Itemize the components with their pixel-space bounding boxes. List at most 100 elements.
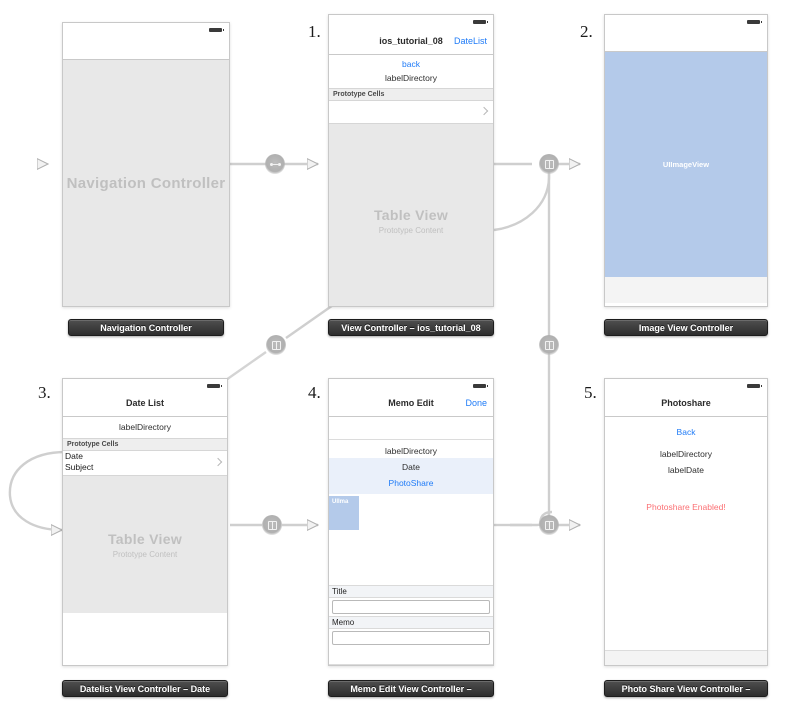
spacer-row — [329, 417, 493, 440]
date-label: Date — [402, 462, 420, 472]
plate-memo-edit-view-controller[interactable]: Memo Edit View Controller – — [328, 680, 494, 697]
navigation-controller-placeholder: Navigation Controller — [63, 60, 229, 306]
footer-strip — [605, 650, 767, 665]
nav-right-button[interactable]: DateList — [454, 36, 487, 46]
plate-label: Navigation Controller — [100, 322, 192, 333]
image-view-label: UIIma — [332, 499, 349, 505]
battery-icon — [473, 384, 488, 388]
status-bar — [329, 379, 493, 395]
segue-memoedit-to-image[interactable] — [539, 335, 559, 355]
image-view[interactable]: UIIma — [329, 496, 359, 530]
form-bottom-spacer — [329, 647, 493, 665]
status-bar — [63, 379, 227, 395]
scene-view-controller-ios-tutorial-08[interactable]: ios_tutorial_08 DateList back labelDirec… — [328, 14, 494, 307]
plate-label: View Controller – ios_tutorial_08 — [341, 322, 481, 333]
placeholder-subtitle: Prototype Content — [378, 226, 444, 235]
scene-navigation-controller[interactable]: Navigation Controller — [62, 22, 230, 307]
footer-strip — [605, 277, 767, 303]
cell-line-subject: Subject — [65, 462, 94, 472]
status-bar — [605, 379, 767, 395]
chevron-right-icon — [479, 106, 489, 116]
photoshare-enabled-label: Photoshare Enabled! — [646, 502, 726, 512]
scene-number-2: 2. — [580, 22, 593, 41]
table-view-placeholder: Table View Prototype Content — [329, 124, 493, 306]
prototype-cell[interactable]: Date Subject — [63, 451, 227, 476]
plate-image-view-controller[interactable]: Image View Controller — [604, 319, 768, 336]
scene-body: labelDirectory Prototype Cells Date Subj… — [63, 417, 227, 665]
date-label: labelDate — [668, 465, 704, 475]
directory-label: labelDirectory — [119, 422, 171, 432]
segue-tableview-to-datelist[interactable] — [266, 335, 286, 355]
scene-number-4: 4. — [308, 383, 321, 402]
plate-photo-share-view-controller[interactable]: Photo Share View Controller – — [604, 680, 768, 697]
photoshare-button[interactable]: PhotoShare — [329, 474, 493, 490]
footer-strip — [329, 665, 493, 666]
placeholder-title: Navigation Controller — [66, 175, 226, 192]
back-button[interactable]: back — [329, 55, 493, 71]
navigation-bar[interactable]: Memo Edit Done — [329, 395, 493, 417]
navigation-bar[interactable]: ios_tutorial_08 DateList — [329, 31, 493, 55]
nav-title: Photoshare — [661, 398, 711, 408]
nav-bar-placeholder — [605, 31, 767, 52]
push-segue-icon — [544, 520, 554, 530]
prototype-cells-header: Prototype Cells — [329, 88, 493, 101]
nav-bar-placeholder — [63, 39, 229, 60]
status-bar — [63, 23, 229, 39]
storyboard-canvas[interactable]: Navigation Controller Navigation Control… — [0, 0, 787, 719]
cell-line-date: Date — [65, 451, 83, 461]
relationship-segue-icon — [269, 162, 281, 166]
scene-blank-area — [63, 613, 227, 665]
memo-field-label: Memo — [329, 616, 493, 629]
placeholder-subtitle: Prototype Content — [112, 549, 178, 559]
scene-body: back labelDirectory Prototype Cells Tabl… — [329, 55, 493, 306]
placeholder-title: Table View — [107, 530, 183, 547]
segue-tableview-to-image[interactable] — [539, 154, 559, 174]
push-segue-icon — [271, 340, 281, 350]
segue-datelist-to-memoedit[interactable] — [262, 515, 282, 535]
segue-nav-to-tableview[interactable] — [265, 154, 285, 174]
memo-input[interactable] — [332, 631, 490, 645]
scene-number-5: 5. — [584, 383, 597, 402]
done-button[interactable]: Done — [465, 398, 487, 408]
navigation-bar[interactable]: Photoshare — [605, 395, 767, 417]
plate-navigation-controller[interactable]: Navigation Controller — [68, 319, 224, 336]
plate-view-controller-ios-tutorial-08[interactable]: View Controller – ios_tutorial_08 — [328, 319, 494, 336]
plate-label: Image View Controller — [638, 322, 734, 333]
plate-label: Datelist View Controller – Date — [79, 683, 211, 694]
navigation-bar[interactable]: Date List — [63, 395, 227, 417]
scene-memo-edit-view-controller[interactable]: Memo Edit Done labelDirectory Date Photo… — [328, 378, 494, 666]
battery-icon — [207, 384, 222, 388]
battery-icon — [209, 28, 224, 32]
image-view[interactable]: UIImageView — [605, 52, 767, 277]
scene-image-view-controller[interactable]: UIImageView — [604, 14, 768, 307]
title-input[interactable] — [332, 600, 490, 614]
scene-body: Back labelDirectory labelDate Photoshare… — [605, 417, 767, 665]
battery-icon — [747, 20, 762, 24]
placeholder-title: Table View — [373, 207, 449, 223]
plate-label: Photo Share View Controller – — [621, 683, 751, 694]
highlighted-band: Date PhotoShare — [329, 458, 493, 494]
title-field-label: Title — [329, 585, 493, 598]
table-view-placeholder: Table View Prototype Content — [63, 476, 227, 613]
scene-body: labelDirectory Date PhotoShare UIIma Tit… — [329, 417, 493, 666]
push-segue-icon — [267, 520, 277, 530]
battery-icon — [747, 384, 762, 388]
directory-label: labelDirectory — [385, 73, 437, 83]
scene-number-1: 1. — [308, 22, 321, 41]
back-button[interactable]: Back — [605, 417, 767, 439]
image-row: UIIma — [329, 494, 493, 538]
directory-label: labelDirectory — [385, 446, 437, 456]
plate-label: Memo Edit View Controller – — [350, 683, 472, 694]
scene-photo-share-view-controller[interactable]: Photoshare Back labelDirectory labelDate… — [604, 378, 768, 666]
segue-memoedit-to-photoshare[interactable] — [539, 515, 559, 535]
status-bar — [605, 15, 767, 31]
image-view-label: UIImageView — [662, 160, 710, 169]
scene-number-3: 3. — [38, 383, 51, 402]
prototype-cell[interactable] — [329, 101, 493, 124]
plate-datelist-view-controller[interactable]: Datelist View Controller – Date — [62, 680, 228, 697]
push-segue-icon — [544, 340, 554, 350]
scene-datelist-view-controller[interactable]: Date List labelDirectory Prototype Cells… — [62, 378, 228, 666]
battery-icon — [473, 20, 488, 24]
push-segue-icon — [544, 159, 554, 169]
form-spacer — [329, 538, 493, 585]
